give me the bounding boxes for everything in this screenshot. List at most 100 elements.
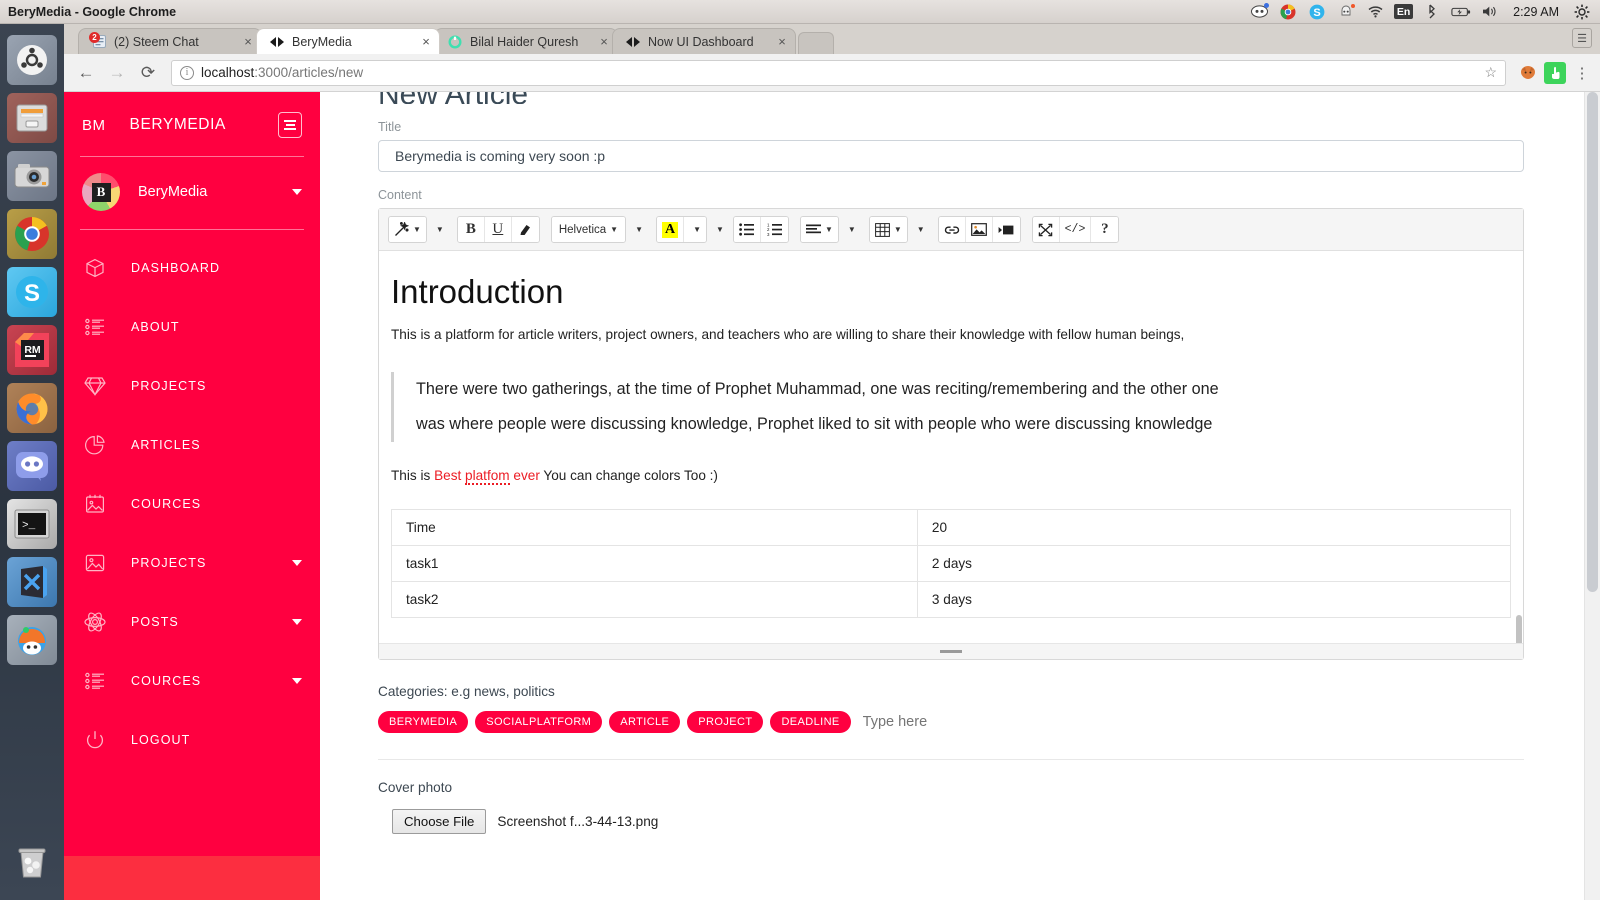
tag-chip[interactable]: SOCIALPLATFORM [475,711,603,733]
sidebar-item-articles[interactable]: ARTICLES [64,415,320,474]
text-highlight-button[interactable]: A [657,217,685,242]
table-cell[interactable]: task2 [391,580,918,618]
vscode-icon[interactable] [7,557,57,607]
bold-button[interactable]: B [457,217,485,242]
back-button[interactable]: ← [72,59,100,87]
extension-icon-fox[interactable] [1517,62,1539,84]
insert-link-button[interactable] [938,217,966,242]
table-cell[interactable]: 20 [916,508,1512,546]
font-family-button[interactable]: Helvetica ▼ [551,217,626,242]
editor-resize-handle[interactable] [379,643,1523,659]
tag-chip[interactable]: BERYMEDIA [378,711,469,733]
sidebar-item-about[interactable]: ABOUT [64,297,320,356]
tag-chip[interactable]: DEADLINE [770,711,851,733]
underline-button[interactable]: U [484,217,512,242]
wifi-icon[interactable] [1365,3,1385,21]
google-chrome-icon[interactable] [7,209,57,259]
ubuntu-dash-icon[interactable] [7,35,57,85]
sidebar-toggle-icon[interactable] [278,112,302,138]
insert-image-button[interactable] [965,217,993,242]
skype-tray-icon[interactable]: S [1307,3,1327,21]
tab-close-icon[interactable]: × [775,34,789,49]
sidebar-item-cources-1[interactable]: COURCES [64,474,320,533]
chevron-down-icon[interactable] [292,559,302,566]
tag-chip[interactable]: ARTICLE [609,711,681,733]
keyboard-layout-icon[interactable]: En [1394,4,1414,19]
table-cell[interactable]: 2 days [916,544,1512,582]
files-icon[interactable] [7,93,57,143]
sidebar-brand[interactable]: BM BERYMEDIA [64,102,320,148]
browser-tab-1[interactable]: BeryMedia × [256,28,440,54]
window-menu-icon[interactable]: ☰ [1572,28,1592,48]
system-settings-icon[interactable] [1572,3,1592,21]
tab-close-icon[interactable]: × [241,34,255,49]
table-cell[interactable]: Time [391,508,918,546]
table-dropdown-caret[interactable]: ▼ [911,217,927,242]
camera-icon[interactable] [7,151,57,201]
fullscreen-button[interactable] [1032,217,1060,242]
chevron-down-icon[interactable] [292,189,302,195]
forward-button[interactable]: → [103,59,131,87]
sidebar-item-projects[interactable]: PROJECTS [64,356,320,415]
tag-chip[interactable]: PROJECT [687,711,764,733]
table-button[interactable]: ▼ [869,217,907,242]
sidebar-item-cources-2[interactable]: COURCES [64,651,320,710]
clock[interactable]: 2:29 AM [1513,5,1559,19]
magic-wand-button[interactable]: ▼ [389,217,426,242]
address-bar[interactable]: i localhost:3000/articles/new ☆ [171,59,1506,86]
ordered-list-button[interactable]: 123 [760,217,788,242]
site-info-icon[interactable]: i [180,65,194,80]
color-dropdown-caret[interactable]: ▼ [710,217,726,242]
help-button[interactable]: ? [1091,217,1119,242]
chrome-tray-icon[interactable] [1278,3,1298,21]
new-tab-button[interactable] [798,32,834,54]
chrome-menu-icon[interactable]: ⋮ [1572,64,1592,82]
clear-format-button[interactable] [511,217,539,242]
sidebar-user[interactable]: B BeryMedia [64,165,320,221]
reload-button[interactable]: ⟳ [134,59,162,87]
discord-tray-icon[interactable] [1249,2,1270,21]
sidebar-item-logout[interactable]: LOGOUT [64,710,320,769]
code-view-button[interactable]: </> [1059,217,1092,242]
unordered-list-button[interactable] [733,217,761,242]
sidebar-item-posts[interactable]: POSTS [64,592,320,651]
text-color-dropdown[interactable]: ▼ [684,217,707,242]
page-scrollbar[interactable] [1584,92,1600,900]
align-dropdown-caret[interactable]: ▼ [842,217,858,242]
sidebar-item-projects-2[interactable]: PROJECTS [64,533,320,592]
discord-icon[interactable] [7,441,57,491]
battery-icon[interactable] [1451,3,1471,21]
editor-content-area[interactable]: Introduction This is a platform for arti… [379,251,1523,643]
magic-wand-dropdown-caret[interactable]: ▼ [430,217,446,242]
browser-tab-2[interactable]: Bilal Haider Quresh × [434,28,618,54]
rubymine-icon[interactable]: RM [7,325,57,375]
sidebar-item-dashboard[interactable]: DASHBOARD [64,238,320,297]
tag-input[interactable] [862,714,1063,730]
tab-close-icon[interactable]: × [419,34,433,49]
editor-scrollbar[interactable] [1516,303,1522,643]
terminal-icon[interactable]: >_ [7,499,57,549]
browser-tab-0[interactable]: 2 (2) Steem Chat × [78,28,262,54]
choose-file-button[interactable]: Choose File [392,809,487,834]
font-family-dropdown-caret[interactable]: ▼ [629,217,645,242]
bluetooth-icon[interactable] [1422,3,1442,21]
firefox-icon[interactable] [7,383,57,433]
browser-tab-3[interactable]: Now UI Dashboard × [612,28,796,54]
title-input[interactable] [378,140,1524,172]
tab-close-icon[interactable]: × [597,34,611,49]
bookmark-star-icon[interactable]: ☆ [1484,64,1497,81]
steemit-icon[interactable] [7,615,57,665]
table-cell[interactable]: 3 days [916,580,1512,618]
extension-icon-green[interactable] [1544,61,1566,84]
chevron-down-icon[interactable] [292,618,302,625]
chevron-down-icon[interactable] [292,677,302,684]
tab-favicon-now-ui [625,34,641,50]
volume-icon[interactable] [1480,3,1500,21]
insert-video-button[interactable] [992,217,1020,242]
table-cell[interactable]: task1 [391,544,918,582]
align-button[interactable]: ▼ [800,217,838,242]
skype-icon[interactable]: S [7,267,57,317]
scrollbar-thumb[interactable] [1587,92,1598,592]
dropbox-tray-icon[interactable] [1336,3,1356,21]
trash-icon[interactable] [7,836,57,886]
